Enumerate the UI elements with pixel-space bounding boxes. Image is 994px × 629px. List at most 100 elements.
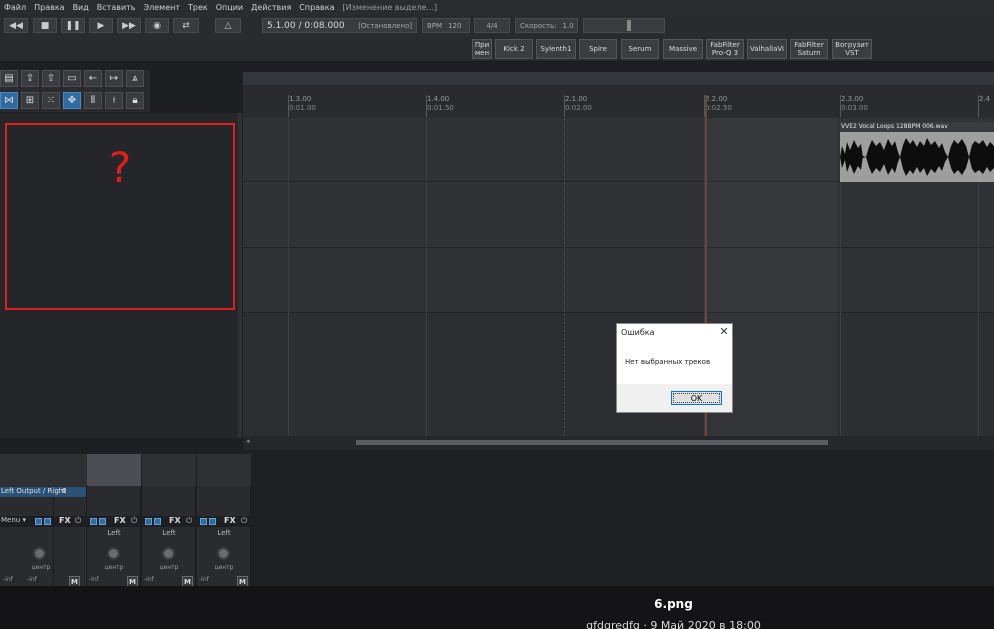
menu-insert[interactable]: Вставить	[93, 3, 140, 12]
rate-slider-thumb[interactable]	[627, 20, 631, 31]
strip-fx-row: FX ⏻	[87, 516, 141, 527]
menu-view[interactable]: Вид	[69, 3, 93, 12]
pan-knob[interactable]	[217, 547, 230, 560]
menu-options[interactable]: Опции	[212, 3, 247, 12]
input-select[interactable]: Left	[87, 529, 141, 539]
ruler-mark: 2.3.00 0:03.00	[841, 95, 868, 112]
plugin-button-valhalla[interactable]: ValhallaVi	[747, 39, 787, 59]
stop-button[interactable]: ■	[33, 18, 57, 33]
ruler-mark: 2.2.00 0:02.50	[705, 95, 732, 112]
cursor-icon[interactable]: ⟊	[105, 92, 123, 109]
track-lane[interactable]	[243, 182, 994, 248]
grid-icon[interactable]: ⊞	[21, 92, 39, 109]
bpm-field[interactable]: BPM 120	[422, 18, 470, 33]
timeline-ruler[interactable]: 1.3.00 0:01.00 1.4.00 0:01.50 2.1.00 0:02.0…	[243, 85, 994, 118]
power-icon[interactable]: ⏻	[131, 516, 137, 526]
strip-send-icon[interactable]	[99, 518, 106, 525]
dialog-message: Нет выбранных треков	[625, 358, 711, 366]
envelope-icon[interactable]: ✥	[63, 92, 81, 109]
fx-button[interactable]: FX	[114, 516, 126, 525]
rate-field[interactable]: Скорость: 1.0	[515, 18, 578, 33]
timeline-overview[interactable]	[243, 72, 994, 85]
repeat-button[interactable]: ⇄	[173, 18, 199, 33]
plugin-button-saturn[interactable]: FabFilter Saturn	[790, 39, 828, 59]
import-icon[interactable]: ⇧	[42, 70, 60, 87]
plugin-button-apply[interactable]: При мен	[472, 39, 492, 59]
forward-button[interactable]: ▶▶	[117, 18, 141, 33]
meter-value: -inf	[89, 576, 99, 583]
caption-filename: 6.png	[654, 597, 693, 611]
ruler-tick	[288, 95, 289, 117]
menu-file[interactable]: Файл	[0, 3, 30, 12]
strip-input-icon[interactable]	[200, 518, 207, 525]
plugin-button-serum[interactable]: Serum	[621, 39, 659, 59]
rate-label: Скорость:	[520, 21, 557, 30]
strip-input-icon[interactable]	[35, 518, 42, 525]
plugin-button-proq3[interactable]: FabFilter Pro-Q 3	[706, 39, 744, 59]
plugin-button-sylenth1[interactable]: Sylenth1	[536, 39, 576, 59]
caption-subtitle: gfdgredfg · 9 Май 2020 в 18:00	[586, 619, 761, 629]
bars-icon[interactable]: ⦀	[84, 92, 102, 109]
audio-clip[interactable]	[840, 122, 994, 182]
pause-button[interactable]: ❚❚	[61, 18, 85, 33]
input-select[interactable]: Left	[197, 529, 251, 539]
power-icon[interactable]: ⏻	[186, 516, 192, 526]
split-icon[interactable]: ⩓	[126, 70, 144, 87]
plugin-button-massive[interactable]: Massive	[663, 39, 703, 59]
strip-fx-row: FX ⏻	[142, 516, 196, 527]
input-select[interactable]: Left	[142, 529, 196, 539]
annotation-question-mark: ?	[108, 143, 132, 192]
rewind-button[interactable]: ◀◀	[4, 18, 28, 33]
snap-icon[interactable]: ⁙	[42, 92, 60, 109]
ripple-icon[interactable]: ⋈	[0, 92, 18, 109]
plugin-button-spire[interactable]: Spire	[579, 39, 617, 59]
strip-menu-button[interactable]: Menu ▾	[1, 516, 26, 524]
power-icon[interactable]: ⏻	[241, 516, 247, 526]
output-routing-value: 0	[62, 487, 67, 495]
pan-knob[interactable]	[162, 547, 175, 560]
close-icon[interactable]: ✕	[718, 326, 730, 338]
menu-track[interactable]: Трек	[184, 3, 212, 12]
strip-input-icon[interactable]	[90, 518, 97, 525]
menu-edit[interactable]: Правка	[30, 3, 68, 12]
arrow-right-icon[interactable]: ↦	[105, 70, 123, 87]
fx-button[interactable]: FX	[224, 516, 236, 525]
track-lane[interactable]	[243, 248, 994, 313]
folder-icon[interactable]: ▭	[63, 70, 81, 87]
ok-button[interactable]: OK	[671, 391, 722, 405]
ruler-tick	[840, 95, 841, 117]
rewind-icon: ◀◀	[9, 20, 23, 31]
pan-knob[interactable]	[33, 547, 46, 560]
plugin-button-kick2[interactable]: Kick 2	[495, 39, 533, 59]
rate-slider[interactable]	[583, 18, 665, 33]
lock-icon[interactable]: 🔒︎	[126, 92, 144, 109]
menu-help[interactable]: Справка	[295, 3, 338, 12]
menu-item[interactable]: Элемент	[140, 3, 184, 12]
record-button[interactable]: ◉	[145, 18, 169, 33]
strip-input-icon[interactable]	[145, 518, 152, 525]
power-icon[interactable]: ⏻	[75, 516, 81, 526]
horizontal-scrollbar-thumb[interactable]	[356, 440, 828, 445]
fx-button[interactable]: FX	[59, 516, 71, 525]
menu-actions[interactable]: Действия	[247, 3, 295, 12]
strip-send-icon[interactable]	[44, 518, 51, 525]
scroll-left-icon[interactable]: ◂	[246, 437, 250, 445]
time-field[interactable]: 5.1.00 / 0:08.000 [Остановлено]	[262, 18, 417, 33]
timesig-field[interactable]: 4/4	[474, 18, 510, 33]
dialog-titlebar[interactable]: Ошибка ✕	[617, 324, 732, 342]
record-icon: ◉	[153, 20, 161, 31]
insert-track-icon[interactable]: ⇪	[21, 70, 39, 87]
strip-send-icon[interactable]	[209, 518, 216, 525]
strip-send-icon[interactable]	[154, 518, 161, 525]
pan-knob[interactable]	[107, 547, 120, 560]
new-track-icon[interactable]: ▤	[0, 70, 18, 87]
fx-button[interactable]: FX	[169, 516, 181, 525]
play-button[interactable]: ▶	[89, 18, 113, 33]
plugin-button-load-vst[interactable]: Вогрузит VST	[832, 39, 872, 59]
stop-icon: ■	[40, 20, 50, 31]
track-toolbar: ▤ ⇪ ⇧ ▭ ← ↦ ⩓ ⋈ ⊞ ⁙ ✥ ⦀ ⟊ 🔒︎	[0, 70, 150, 112]
arrow-left-icon[interactable]: ←	[84, 70, 102, 87]
metronome-button[interactable]: △	[215, 18, 241, 33]
ruler-tick	[426, 95, 427, 117]
strip-header	[197, 454, 251, 486]
